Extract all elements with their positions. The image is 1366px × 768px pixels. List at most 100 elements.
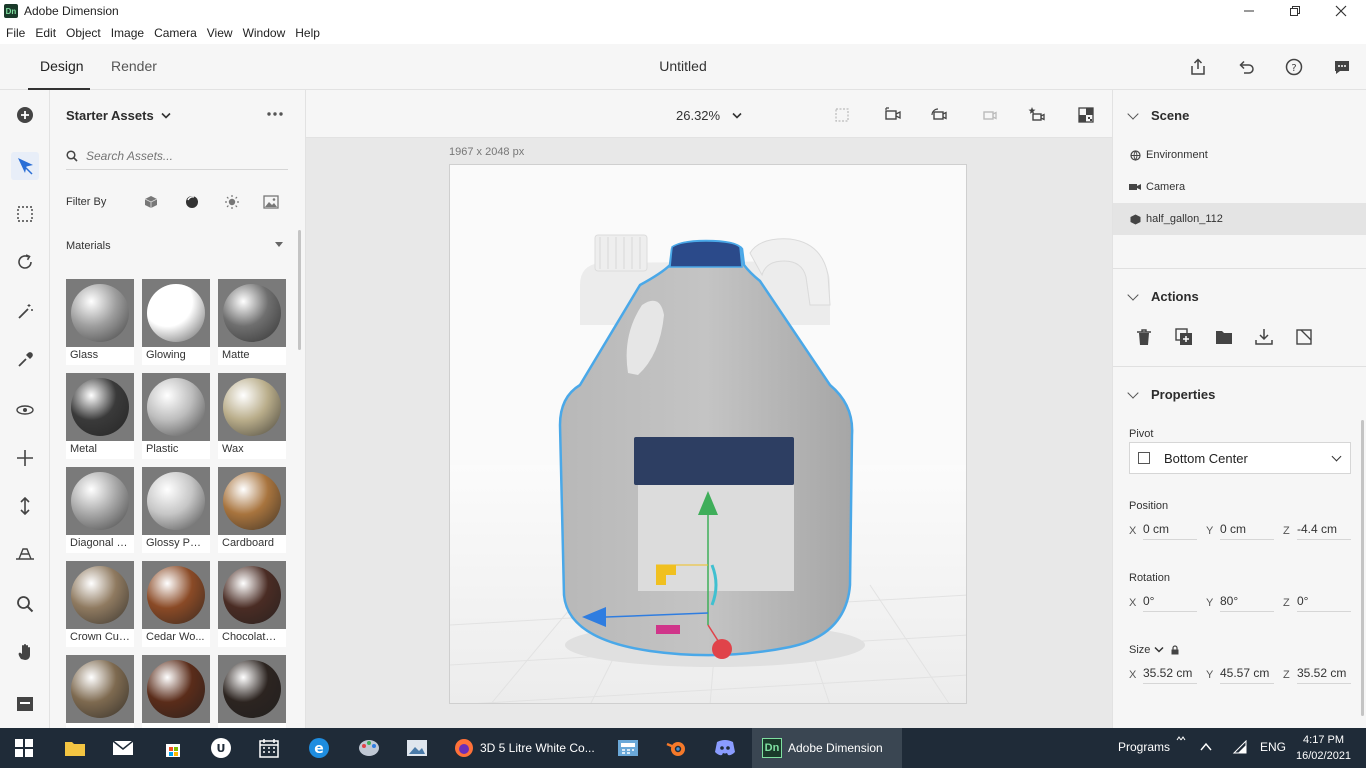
start-button[interactable] — [0, 728, 48, 768]
horizon-tool[interactable] — [11, 540, 39, 568]
material-tile[interactable]: Crown Cut... — [66, 561, 134, 647]
discord-taskbar[interactable] — [702, 728, 748, 768]
taskbar-clock[interactable]: 4:17 PM 16/02/2021 — [1296, 732, 1351, 764]
delete-button[interactable] — [1133, 326, 1155, 348]
rotation-y-value[interactable]: 80° — [1220, 594, 1274, 612]
minimize-button[interactable] — [1226, 0, 1272, 22]
material-tile[interactable]: Cardboard — [218, 467, 286, 553]
menu-help[interactable]: Help — [295, 26, 320, 40]
tab-design[interactable]: Design — [40, 58, 84, 74]
search-input[interactable] — [86, 148, 276, 163]
zoom-dropdown[interactable]: 26.32% — [676, 108, 742, 123]
tray-up-icon[interactable] — [1200, 742, 1212, 752]
position-z-value[interactable]: -4.4 cm — [1297, 522, 1351, 540]
filter-materials-button[interactable] — [183, 193, 201, 211]
unreal-taskbar[interactable]: U — [198, 728, 244, 768]
paint-taskbar[interactable] — [346, 728, 392, 768]
restore-button[interactable] — [1272, 0, 1318, 22]
position-x-value[interactable]: 0 cm — [1143, 522, 1197, 540]
rotation-y-field[interactable]: Y 80° — [1206, 594, 1274, 612]
material-tile[interactable]: Chocolate ... — [218, 561, 286, 647]
group-button[interactable] — [1213, 326, 1235, 348]
chevron-down-icon[interactable] — [1154, 646, 1164, 654]
menu-edit[interactable]: Edit — [35, 26, 56, 40]
render-preview-button[interactable] — [1075, 104, 1097, 126]
share-button[interactable] — [1185, 54, 1211, 80]
magic-wand-tool[interactable] — [11, 298, 39, 326]
size-y-field[interactable]: Y 45.57 cm — [1206, 666, 1274, 684]
material-tile[interactable]: Glowing — [142, 279, 210, 365]
camera-view-button[interactable] — [928, 104, 950, 126]
undo-button[interactable] — [1233, 54, 1259, 80]
menu-image[interactable]: Image — [111, 26, 144, 40]
double-chevron-icon[interactable] — [1176, 734, 1186, 742]
select-tool[interactable] — [11, 152, 39, 180]
menu-camera[interactable]: Camera — [154, 26, 197, 40]
file-explorer-taskbar[interactable] — [52, 728, 98, 768]
lock-icon[interactable] — [1170, 645, 1180, 655]
sample-tool[interactable] — [11, 346, 39, 374]
rotation-x-field[interactable]: X 0° — [1129, 594, 1197, 612]
materials-collapse-icon[interactable] — [275, 242, 283, 247]
tab-render[interactable]: Render — [111, 58, 157, 74]
mail-taskbar[interactable] — [100, 728, 146, 768]
material-tile[interactable] — [218, 655, 286, 728]
scene-item-camera[interactable]: Camera — [1113, 171, 1366, 203]
close-button[interactable] — [1318, 0, 1364, 22]
properties-scrollbar[interactable] — [1361, 420, 1364, 716]
material-tile[interactable] — [142, 655, 210, 728]
fit-canvas-button[interactable] — [831, 104, 853, 126]
programs-toolbar[interactable]: Programs — [1118, 740, 1170, 754]
material-tile[interactable]: Cedar Wo... — [142, 561, 210, 647]
filter-lights-button[interactable] — [223, 193, 241, 211]
adobe-dimension-taskbar[interactable]: Dn Adobe Dimension — [752, 728, 902, 768]
assets-scrollbar[interactable] — [298, 230, 301, 350]
scene-item-half-gallon[interactable]: half_gallon_112 — [1113, 203, 1366, 235]
blender-taskbar[interactable] — [654, 728, 698, 768]
pivot-select[interactable]: Bottom Center — [1129, 442, 1351, 474]
material-tile[interactable]: Metal — [66, 373, 134, 459]
menu-file[interactable]: File — [6, 26, 25, 40]
material-tile[interactable]: Plastic — [142, 373, 210, 459]
xz-plane-handle[interactable] — [656, 625, 680, 634]
material-tile[interactable]: Glossy Pap... — [142, 467, 210, 553]
position-z-field[interactable]: Z -4.4 cm — [1283, 522, 1351, 540]
align-button[interactable] — [1293, 326, 1315, 348]
size-z-value[interactable]: 35.52 cm — [1297, 666, 1351, 684]
menu-object[interactable]: Object — [66, 26, 101, 40]
scene-item-environment[interactable]: Environment — [1113, 139, 1366, 171]
scene-collapse-icon[interactable] — [1127, 108, 1139, 120]
add-content-button[interactable] — [11, 101, 39, 129]
desktop-app-taskbar[interactable] — [606, 728, 650, 768]
material-tile[interactable] — [66, 655, 134, 728]
photos-taskbar[interactable] — [394, 728, 440, 768]
camera-disabled-button[interactable] — [978, 104, 1000, 126]
size-x-value[interactable]: 35.52 cm — [1143, 666, 1197, 684]
zoom-tool[interactable] — [11, 590, 39, 618]
orbit-camera-tool[interactable] — [11, 396, 39, 424]
size-y-value[interactable]: 45.57 cm — [1220, 666, 1274, 684]
actions-collapse-icon[interactable] — [1127, 289, 1139, 301]
help-button[interactable]: ? — [1281, 54, 1307, 80]
language-indicator[interactable]: ENG — [1260, 740, 1286, 754]
pan-camera-tool[interactable] — [11, 444, 39, 472]
position-y-value[interactable]: 0 cm — [1220, 522, 1274, 540]
feedback-button[interactable] — [1329, 54, 1355, 80]
rotation-x-value[interactable]: 0° — [1143, 594, 1197, 612]
menu-window[interactable]: Window — [243, 26, 286, 40]
menu-view[interactable]: View — [207, 26, 233, 40]
duplicate-button[interactable] — [1173, 326, 1195, 348]
artboard[interactable] — [449, 164, 967, 704]
orbit-tool[interactable] — [11, 248, 39, 276]
material-tile[interactable]: Wax — [218, 373, 286, 459]
drop-to-ground-button[interactable] — [1253, 326, 1275, 348]
select-magic-tool[interactable] — [11, 200, 39, 228]
filter-models-button[interactable] — [142, 193, 160, 211]
size-z-field[interactable]: Z 35.52 cm — [1283, 666, 1351, 684]
more-options-button[interactable] — [266, 104, 284, 122]
properties-collapse-icon[interactable] — [1127, 387, 1139, 399]
material-tile[interactable]: Glass — [66, 279, 134, 365]
calendar-taskbar[interactable] — [246, 728, 292, 768]
position-x-field[interactable]: X0 cm — [1129, 522, 1197, 540]
position-y-field[interactable]: Y0 cm — [1206, 522, 1274, 540]
